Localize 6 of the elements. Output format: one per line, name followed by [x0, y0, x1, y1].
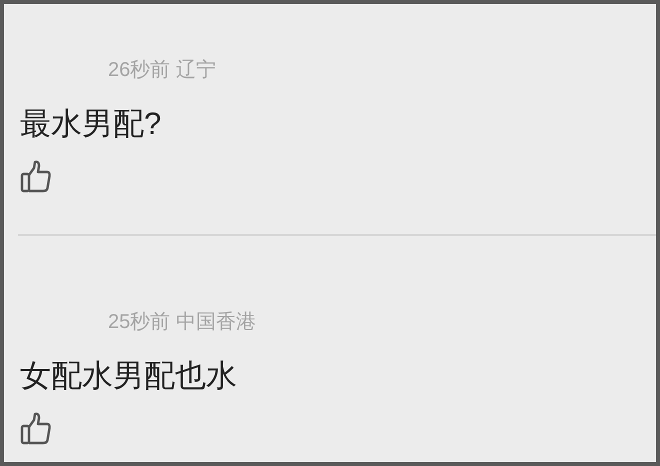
comment-text: 最水男配?: [20, 106, 162, 142]
comment-text: 女配水男配也水: [20, 358, 238, 394]
thumbs-up-icon[interactable]: [20, 160, 52, 194]
comment-meta: 25秒前 中国香港: [108, 310, 257, 335]
comment-meta: 26秒前 辽宁: [108, 58, 217, 83]
thumbs-up-icon[interactable]: [20, 412, 52, 446]
